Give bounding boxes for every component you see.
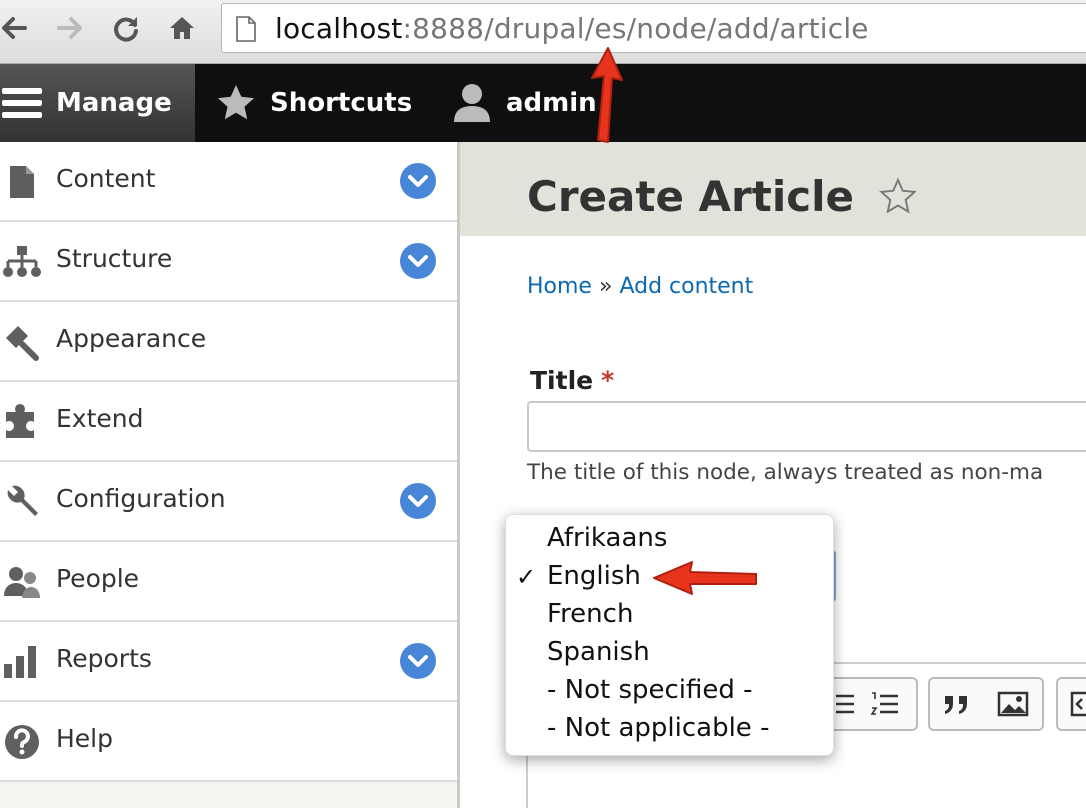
reload-icon — [114, 17, 138, 42]
annotation-arrow-left-icon — [653, 561, 757, 595]
toolbar-shortcuts-label: Shortcuts — [270, 88, 413, 118]
source-button[interactable] — [1064, 685, 1086, 723]
source-code-icon — [1070, 691, 1086, 717]
people-icon — [4, 567, 40, 598]
expand-toggle[interactable] — [400, 243, 436, 279]
chevron-down-icon — [408, 175, 428, 187]
numbered-list-button[interactable] — [866, 685, 904, 723]
breadcrumb-separator: » — [598, 274, 613, 299]
sidebar-item-label: Help — [56, 724, 113, 753]
back-button[interactable] — [0, 8, 34, 48]
chevron-down-icon — [408, 655, 428, 667]
toolbar-manage-label: Manage — [56, 88, 172, 118]
numbered-list-icon — [870, 692, 898, 715]
puzzle-icon — [6, 404, 34, 438]
expand-toggle[interactable] — [400, 163, 436, 199]
hamburger-icon — [2, 88, 42, 118]
url-host: localhost — [275, 12, 403, 45]
page-header: Create Article — [460, 142, 1086, 236]
toolbar-manage[interactable]: Manage — [0, 64, 195, 142]
language-option[interactable]: - Not specified - — [547, 675, 753, 713]
language-option-label: English — [547, 561, 641, 591]
quote-icon — [945, 696, 967, 714]
title-field-label: Title * — [530, 366, 614, 395]
check-icon: ✓ — [516, 563, 537, 591]
blockquote-button[interactable] — [938, 685, 976, 723]
wrench-icon — [7, 485, 38, 516]
page-icon — [236, 16, 256, 42]
reload-button[interactable] — [106, 8, 146, 48]
sidebar-item-help[interactable]: Help — [0, 702, 457, 782]
star-outline-icon[interactable] — [878, 177, 917, 215]
back-arrow-icon — [2, 17, 27, 39]
user-icon — [454, 84, 490, 122]
title-label-text: Title — [530, 366, 594, 395]
forward-arrow-icon — [57, 17, 82, 39]
editor-source-group — [1056, 677, 1086, 731]
editor-media-group — [928, 677, 1044, 731]
home-button[interactable] — [162, 8, 202, 48]
sidebar-item-label: People — [56, 564, 140, 593]
help-icon — [5, 725, 39, 759]
forward-button[interactable] — [50, 8, 90, 48]
image-icon — [997, 691, 1029, 717]
sidebar-item-extend[interactable]: Extend — [0, 382, 457, 462]
sidebar-item-content[interactable]: Content — [0, 142, 457, 222]
brush-icon — [6, 326, 39, 361]
sidebar-item-configuration[interactable]: Configuration — [0, 462, 457, 542]
title-input[interactable] — [527, 401, 1086, 452]
breadcrumb: Home » Add content — [527, 274, 753, 299]
page-title: Create Article — [527, 172, 917, 221]
chevron-down-icon — [408, 255, 428, 267]
sidebar-item-label: Structure — [56, 244, 173, 273]
language-option[interactable]: Spanish — [547, 637, 650, 675]
sidebar-item-reports[interactable]: Reports — [0, 622, 457, 702]
sidebar-item-label: Configuration — [56, 484, 226, 513]
sidebar-item-appearance[interactable]: Appearance — [0, 302, 457, 382]
expand-toggle[interactable] — [400, 643, 436, 679]
sitemap-icon — [3, 246, 41, 277]
address-bar[interactable]: localhost:8888/drupal/es/node/add/articl… — [221, 3, 1086, 53]
toolbar-shortcuts[interactable]: Shortcuts — [216, 64, 412, 142]
sidebar-item-label: Reports — [56, 644, 152, 673]
sidebar-item-structure[interactable]: Structure — [0, 222, 457, 302]
title-description: The title of this node, always treated a… — [527, 460, 1044, 485]
admin-toolbar: Manage Shortcuts admin — [0, 64, 1086, 142]
required-mark: * — [601, 366, 615, 395]
chevron-down-icon — [408, 495, 428, 507]
breadcrumb-add-content-link[interactable]: Add content — [619, 274, 753, 299]
home-icon — [170, 17, 194, 39]
breadcrumb-home-link[interactable]: Home — [527, 274, 592, 299]
sidebar-item-label: Extend — [56, 404, 144, 433]
language-option[interactable]: - Not applicable - — [547, 713, 769, 751]
annotation-arrow-up-icon — [591, 47, 623, 143]
admin-sidebar: Content Structure Appearance Extend Conf… — [0, 142, 460, 808]
expand-toggle[interactable] — [400, 483, 436, 519]
page-icon — [10, 166, 34, 198]
sidebar-item-label: Appearance — [56, 324, 207, 353]
language-option[interactable]: French — [547, 599, 633, 637]
page-title-text: Create Article — [527, 172, 855, 221]
star-icon — [218, 85, 254, 120]
browser-chrome: localhost:8888/drupal/es/node/add/articl… — [0, 0, 1086, 64]
sidebar-item-people[interactable]: People — [0, 542, 457, 622]
image-button[interactable] — [994, 685, 1032, 723]
sidebar-item-label: Content — [56, 164, 156, 193]
language-dropdown: Afrikaans ✓ English French Spanish - Not… — [505, 514, 834, 756]
bar-chart-icon — [4, 646, 36, 678]
